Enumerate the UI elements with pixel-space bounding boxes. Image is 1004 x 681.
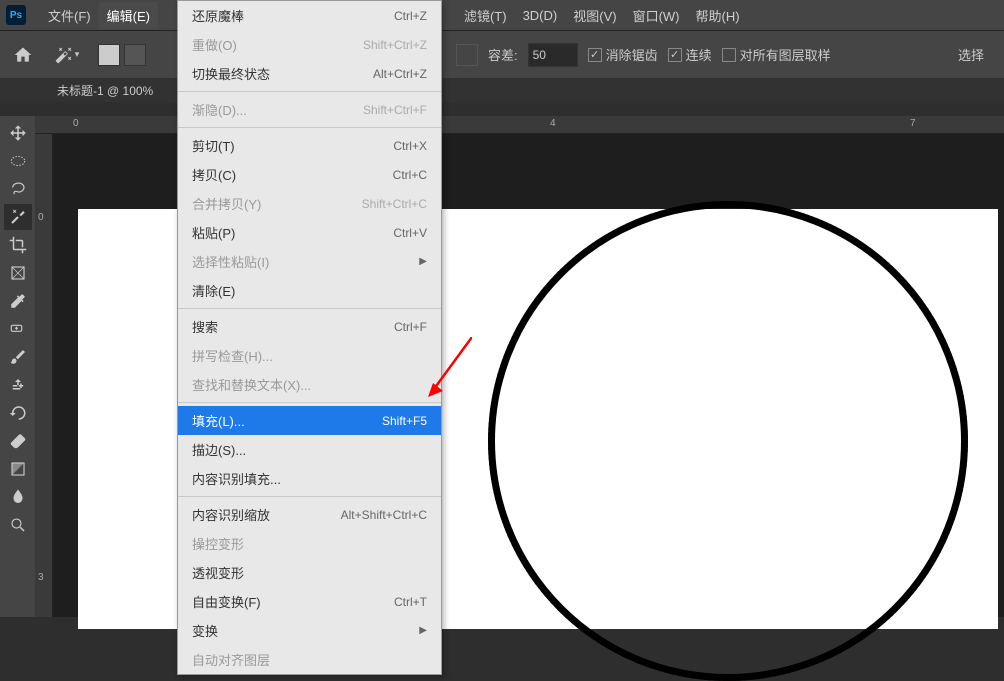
menu-item[interactable]: 变换▶: [178, 616, 441, 645]
magic-wand-tool[interactable]: [4, 204, 32, 230]
menu-window[interactable]: 窗口(W): [625, 2, 688, 29]
menu-item[interactable]: 填充(L)...Shift+F5: [178, 406, 441, 435]
new-selection-button[interactable]: [98, 44, 120, 66]
frame-tool[interactable]: [4, 260, 32, 286]
edit-menu-dropdown: 还原魔棒Ctrl+Z重做(O)Shift+Ctrl+Z切换最终状态Alt+Ctr…: [177, 0, 442, 675]
eraser-tool[interactable]: [4, 428, 32, 454]
menu-item[interactable]: 透视变形: [178, 558, 441, 587]
menu-bar: Ps 文件(F) 编辑(E) 滤镜(T) 3D(D) 视图(V) 窗口(W) 帮…: [0, 0, 1004, 30]
marquee-tool[interactable]: [4, 148, 32, 174]
history-brush-tool[interactable]: [4, 400, 32, 426]
sample-all-checkbox[interactable]: 对所有图层取样: [722, 45, 831, 64]
antialias-checkbox[interactable]: 消除锯齿: [588, 45, 658, 64]
contiguous-checkbox[interactable]: 连续: [668, 45, 712, 64]
menu-help[interactable]: 帮助(H): [688, 2, 748, 29]
menu-item: 重做(O)Shift+Ctrl+Z: [178, 30, 441, 59]
clone-stamp-tool[interactable]: [4, 372, 32, 398]
menu-item[interactable]: 粘贴(P)Ctrl+V: [178, 218, 441, 247]
menu-file[interactable]: 文件(F): [40, 2, 99, 29]
blur-tool[interactable]: [4, 484, 32, 510]
move-tool[interactable]: [4, 120, 32, 146]
menu-item: 合并拷贝(Y)Shift+Ctrl+C: [178, 189, 441, 218]
selection-mode-group: [98, 44, 146, 66]
menu-item: 选择性粘贴(I)▶: [178, 247, 441, 276]
brush-tool[interactable]: [4, 344, 32, 370]
menu-item[interactable]: 切换最终状态Alt+Ctrl+Z: [178, 59, 441, 88]
menu-item[interactable]: 搜索Ctrl+F: [178, 312, 441, 341]
menu-item: 查找和替换文本(X)...: [178, 370, 441, 399]
selection-marquee: [488, 201, 968, 681]
document-tab[interactable]: 未标题-1 @ 100%: [45, 79, 165, 102]
lasso-tool[interactable]: [4, 176, 32, 202]
menu-item[interactable]: 内容识别填充...: [178, 464, 441, 493]
menu-item: 操控变形: [178, 529, 441, 558]
healing-brush-tool[interactable]: [4, 316, 32, 342]
vertical-ruler: 0 3: [35, 134, 53, 617]
menu-item[interactable]: 描边(S)...: [178, 435, 441, 464]
tolerance-input[interactable]: [528, 43, 578, 67]
add-selection-button[interactable]: [124, 44, 146, 66]
menu-edit[interactable]: 编辑(E): [99, 2, 158, 29]
home-button[interactable]: [10, 42, 36, 68]
tolerance-label: 容差:: [488, 45, 518, 64]
menu-item[interactable]: 内容识别缩放Alt+Shift+Ctrl+C: [178, 500, 441, 529]
options-bar: ▾ 容差: 消除锯齿 连续 对所有图层取样 选择: [0, 30, 1004, 78]
menu-item[interactable]: 自由变换(F)Ctrl+T: [178, 587, 441, 616]
menu-item: 自动对齐图层: [178, 645, 441, 674]
select-subject-button[interactable]: 选择: [948, 41, 994, 68]
menu-item: 渐隐(D)...Shift+Ctrl+F: [178, 95, 441, 124]
gradient-tool[interactable]: [4, 456, 32, 482]
menu-item[interactable]: 剪切(T)Ctrl+X: [178, 131, 441, 160]
menu-item[interactable]: 清除(E): [178, 276, 441, 305]
menu-view[interactable]: 视图(V): [565, 2, 624, 29]
menu-3d[interactable]: 3D(D): [515, 4, 566, 27]
menu-filter[interactable]: 滤镜(T): [456, 2, 515, 29]
crop-tool[interactable]: [4, 232, 32, 258]
sample-size-button[interactable]: [456, 44, 478, 66]
menu-item[interactable]: 还原魔棒Ctrl+Z: [178, 1, 441, 30]
tool-preset-button[interactable]: ▾: [46, 41, 88, 69]
toolbar: [0, 116, 35, 617]
menu-item[interactable]: 拷贝(C)Ctrl+C: [178, 160, 441, 189]
dodge-tool[interactable]: [4, 512, 32, 538]
menu-item: 拼写检查(H)...: [178, 341, 441, 370]
photoshop-logo: Ps: [6, 5, 26, 25]
eyedropper-tool[interactable]: [4, 288, 32, 314]
document-tab-bar: 未标题-1 @ 100%: [0, 78, 1004, 102]
